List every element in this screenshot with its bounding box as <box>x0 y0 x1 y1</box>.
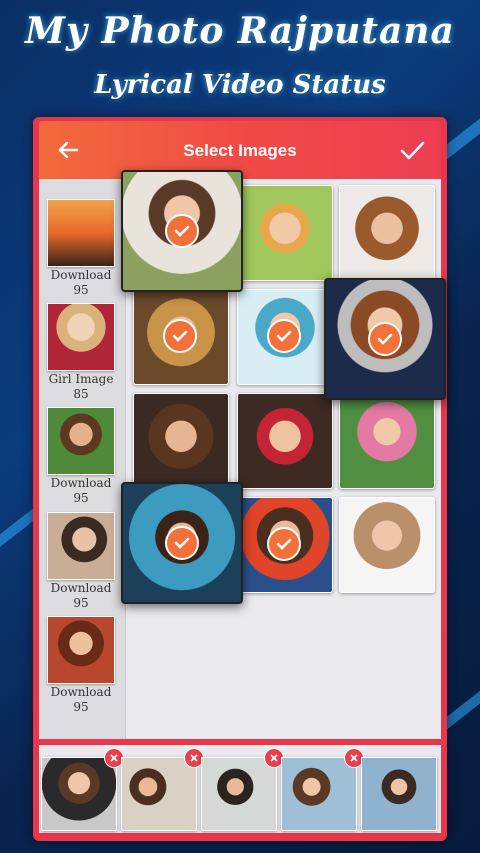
tray-image[interactable] <box>281 748 364 831</box>
album-name: Download <box>50 581 112 595</box>
album-count: 95 <box>73 596 89 610</box>
page-title: Select Images <box>183 141 297 160</box>
tray-image[interactable] <box>201 748 284 831</box>
album-item[interactable]: Girl Image 85 <box>47 303 115 401</box>
tray-image[interactable] <box>361 757 437 831</box>
grid-image[interactable] <box>339 497 435 593</box>
album-item[interactable]: Download 95 <box>47 407 115 505</box>
check-icon[interactable] <box>397 135 427 165</box>
album-thumbnail <box>47 616 115 684</box>
album-thumbnail <box>47 199 115 267</box>
album-name: Download <box>50 685 112 699</box>
album-count: 95 <box>73 283 89 297</box>
album-sidebar: Download 95 Girl Image 85 Download 95 Do… <box>39 179 126 739</box>
selected-check-icon <box>165 526 199 560</box>
promo-subtitle: Lyrical Video Status <box>94 70 386 100</box>
album-name: Download <box>50 476 112 490</box>
album-count: 95 <box>73 700 89 714</box>
grid-image[interactable] <box>237 393 333 489</box>
grid-image[interactable] <box>339 393 435 489</box>
album-thumbnail <box>47 303 115 371</box>
grid-image[interactable] <box>237 185 333 281</box>
album-name: Girl Image <box>48 372 114 386</box>
album-item[interactable]: Download 95 <box>47 616 115 714</box>
tray-image[interactable] <box>41 748 124 831</box>
album-item[interactable]: Download 95 <box>47 512 115 610</box>
selected-images-tray <box>39 745 441 833</box>
album-name: Download <box>50 268 112 282</box>
grid-image-selected[interactable] <box>121 482 243 604</box>
selected-check-icon <box>368 322 402 356</box>
app-frame: Select Images Download 95 Girl Image 85 … <box>33 117 447 841</box>
selected-check-icon <box>163 319 197 353</box>
grid-image-selected[interactable] <box>121 170 243 292</box>
grid-image-selected[interactable] <box>324 278 446 400</box>
album-thumbnail <box>47 512 115 580</box>
promo-title: My Photo Rajputana <box>25 10 455 52</box>
album-item[interactable]: Download 95 <box>47 199 115 297</box>
album-count: 85 <box>73 387 89 401</box>
tray-image[interactable] <box>121 748 204 831</box>
selected-check-icon <box>165 214 199 248</box>
album-thumbnail <box>47 407 115 475</box>
grid-image[interactable] <box>339 185 435 281</box>
selected-check-icon <box>267 527 301 561</box>
grid-image[interactable] <box>133 393 229 489</box>
album-count: 95 <box>73 491 89 505</box>
selected-check-icon <box>267 319 301 353</box>
